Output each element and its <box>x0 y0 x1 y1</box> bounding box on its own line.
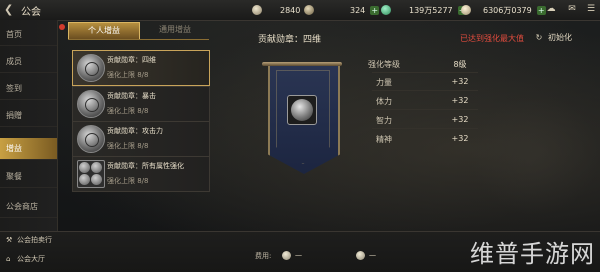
max-level-notice: 已达到强化最大值 <box>460 34 524 43</box>
medal-card[interactable]: 贡献勋章：暴击 强化上限 8/8 <box>72 86 210 122</box>
reset-button[interactable]: ↻ 初始化 <box>534 30 586 46</box>
medal-limit: 强化上限 8/8 <box>107 107 149 115</box>
stat-label: 体力 <box>376 97 392 106</box>
stat-value: 8级 <box>453 60 467 69</box>
stat-value: +32 <box>451 134 469 143</box>
detail-title: 贡献勋章：四维 <box>258 35 322 45</box>
copper-coin-icon <box>304 5 314 15</box>
add-copper-button[interactable]: + <box>370 5 380 15</box>
sidebar-item-buffs[interactable]: 增益 <box>0 138 57 160</box>
medal-name: 贡献勋章：攻击力 <box>107 127 163 135</box>
sidebar-item-shop[interactable]: 公会商店 <box>0 196 57 218</box>
guild-auction-label: 公会拍卖行 <box>17 236 52 244</box>
stat-label: 力量 <box>376 78 392 87</box>
jade-icon <box>381 5 391 15</box>
cost-label: 费用: <box>255 252 272 260</box>
sidebar-item-home[interactable]: 首页 <box>0 24 57 46</box>
resource-silver-ingot: 2840 <box>252 3 300 17</box>
sidebar: 首页 成员 签到 捐赠 增益 聚餐 公会商店 <box>0 20 58 231</box>
silver-coin-icon <box>461 5 471 15</box>
stat-label: 智力 <box>376 116 392 125</box>
sidebar-item-donate[interactable]: 捐赠 <box>0 105 57 127</box>
background-creature <box>470 95 600 215</box>
notification-dot <box>59 24 65 30</box>
stat-divider <box>372 90 478 91</box>
stat-label: 强化等级 <box>368 60 400 69</box>
stat-divider <box>372 128 478 129</box>
refresh-icon: ↻ <box>535 33 543 42</box>
resource-value: 2840 <box>280 5 301 15</box>
sidebar-item-checkin[interactable]: 签到 <box>0 78 57 100</box>
stat-label: 精神 <box>376 135 392 144</box>
sidebar-item-members[interactable]: 成员 <box>0 51 57 73</box>
back-arrow-icon[interactable]: ❮ <box>4 3 18 17</box>
sidebar-item-feast[interactable]: 聚餐 <box>0 166 57 188</box>
silver-ingot-icon <box>252 5 262 15</box>
gavel-icon: ⚒ <box>6 236 13 244</box>
tab-general-buff[interactable]: 通用增益 <box>140 22 210 38</box>
resource-jade: 139万5277 + <box>381 3 467 17</box>
reset-label: 初始化 <box>548 33 572 42</box>
tab-divider <box>68 39 209 40</box>
hall-icon: ⌂ <box>6 255 11 263</box>
stat-value: +32 <box>451 115 469 124</box>
jade-coin-icon <box>356 251 365 260</box>
tab-personal-buff[interactable]: 个人增益 <box>68 22 140 40</box>
multi-medal-icon <box>77 160 105 188</box>
silver-coin-icon <box>282 251 291 260</box>
guild-hall-label: 公会大厅 <box>17 255 45 263</box>
guild-auction-link[interactable]: ⚒ 公会拍卖行 <box>6 235 52 245</box>
resource-copper-coin: 324 + <box>304 3 380 17</box>
medal-icon <box>77 54 105 82</box>
medal-card[interactable]: 贡献勋章：所有属性强化 强化上限 8/8 <box>72 156 210 192</box>
medal-icon <box>77 90 105 118</box>
medal-name: 贡献勋章：所有属性强化 <box>107 162 184 170</box>
resource-value: 324 <box>350 5 366 15</box>
resource-value: 139万5277 <box>409 5 453 15</box>
guild-hall-link[interactable]: ⌂ 公会大厅 <box>6 254 45 264</box>
stat-divider <box>372 109 478 110</box>
medal-name: 贡献勋章：四维 <box>107 56 156 64</box>
watermark: 维普手游网 <box>470 240 595 268</box>
medal-card[interactable]: 贡献勋章：四维 强化上限 8/8 <box>72 50 210 86</box>
cost-value: 一 <box>369 252 376 260</box>
medal-limit: 强化上限 8/8 <box>107 142 149 150</box>
medal-limit: 强化上限 8/8 <box>107 71 149 79</box>
medal-icon <box>77 125 105 153</box>
stat-value: +32 <box>451 77 469 86</box>
resource-silver-coin: 6306万0379 + <box>461 3 546 17</box>
medal-name: 贡献勋章：暴击 <box>107 92 156 100</box>
cost-value: 一 <box>295 252 302 260</box>
medal-limit: 强化上限 8/8 <box>107 177 149 185</box>
medal-card[interactable]: 贡献勋章：攻击力 强化上限 8/8 <box>72 121 210 157</box>
chat-bubble-icon[interactable]: ☁ <box>544 3 558 16</box>
stat-divider <box>372 72 478 73</box>
page-title: 公会 <box>21 7 41 18</box>
banner-rod <box>262 62 342 66</box>
resource-value: 6306万0379 <box>483 5 532 15</box>
selected-medal-icon <box>287 95 317 125</box>
menu-icon[interactable]: ☰ <box>584 3 598 16</box>
mail-icon[interactable]: ✉ <box>565 3 579 16</box>
stat-value: +32 <box>451 96 469 105</box>
top-bar: ❮ 公会 2840 324 + 139万5277 + 6306万0379 + ☁… <box>0 0 600 21</box>
